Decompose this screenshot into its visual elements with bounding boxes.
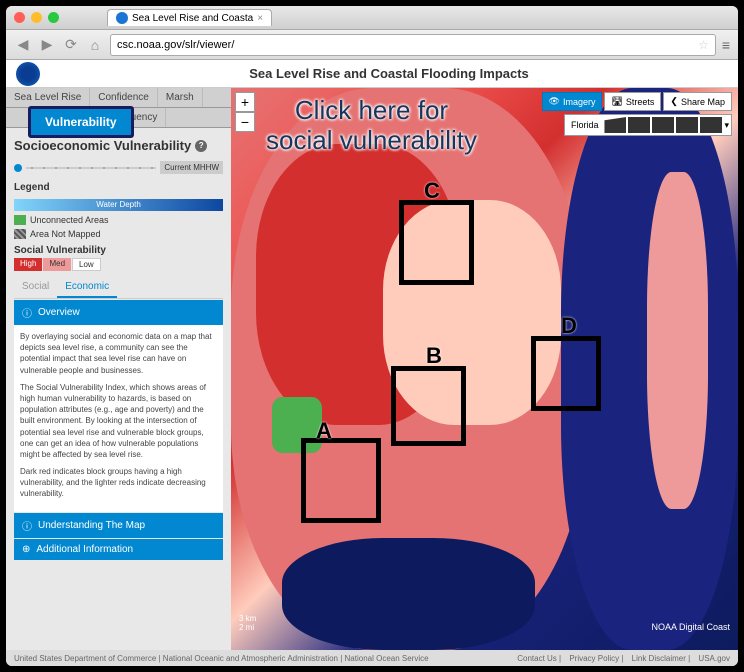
browser-tab[interactable]: Sea Level Rise and Coasta × bbox=[107, 9, 272, 26]
tab-confidence[interactable]: Confidence bbox=[90, 88, 158, 107]
slider-track[interactable] bbox=[26, 167, 156, 169]
accordion-understanding[interactable]: ⓘUnderstanding The Map bbox=[14, 513, 223, 538]
window-titlebar: Sea Level Rise and Coasta × bbox=[6, 6, 738, 30]
accordion-overview[interactable]: ⓘOverview bbox=[14, 300, 223, 325]
footer-privacy[interactable]: Privacy Policy bbox=[569, 654, 619, 663]
footer-contact[interactable]: Contact Us bbox=[517, 654, 557, 663]
zoom-in-button[interactable]: + bbox=[235, 92, 255, 112]
streets-button[interactable]: 🛣Streets bbox=[604, 92, 661, 111]
tab-marsh[interactable]: Marsh bbox=[158, 88, 203, 107]
footer-links: Contact Us | Privacy Policy | Link Discl… bbox=[511, 654, 730, 663]
zoom-out-button[interactable]: − bbox=[235, 112, 255, 132]
info-icon: ⓘ bbox=[22, 305, 32, 320]
road-icon: 🛣 bbox=[611, 96, 622, 107]
share-icon: ❮ bbox=[670, 96, 678, 107]
state-label: Florida bbox=[567, 120, 603, 130]
marker-label-a: A bbox=[316, 418, 332, 444]
browser-window: Sea Level Rise and Coasta × ◀ ▶ ⟳ ⌂ csc.… bbox=[6, 6, 738, 666]
tab-sea-level-rise[interactable]: Sea Level Rise bbox=[6, 88, 90, 107]
state-shape-icon bbox=[604, 117, 626, 133]
legend-heading: Legend bbox=[14, 178, 223, 197]
close-window-icon[interactable] bbox=[14, 12, 25, 23]
marker-label-c: C bbox=[424, 178, 440, 204]
menu-icon[interactable]: ≡ bbox=[722, 37, 730, 53]
sea-level-slider[interactable]: Current MHHW bbox=[14, 157, 223, 178]
home-icon[interactable]: ⌂ bbox=[86, 36, 104, 54]
primary-tabs: Sea Level Rise Confidence Marsh bbox=[6, 88, 231, 108]
basemap-toolbar: 👁Imagery 🛣Streets ❮Share Map bbox=[542, 92, 732, 111]
state-shape-icon bbox=[700, 117, 722, 133]
favicon-icon bbox=[116, 12, 128, 24]
map-scale: 3 km 2 mi bbox=[239, 614, 256, 632]
app-header: Sea Level Rise and Coastal Flooding Impa… bbox=[6, 60, 738, 88]
accordion-additional[interactable]: ⊕Additional Information bbox=[14, 539, 223, 560]
url-text: csc.noaa.gov/slr/viewer/ bbox=[117, 39, 234, 51]
footer-left: United States Department of Commerce | N… bbox=[14, 654, 429, 663]
social-economic-tabs: Social Economic bbox=[14, 277, 223, 299]
legend-unconnected: Unconnected Areas bbox=[14, 213, 223, 227]
bookmark-star-icon[interactable]: ☆ bbox=[698, 38, 709, 52]
map-image bbox=[231, 88, 738, 650]
state-selector[interactable]: Florida ▾ bbox=[564, 114, 732, 136]
eye-icon: 👁 bbox=[549, 96, 560, 107]
dropdown-icon[interactable]: ▾ bbox=[724, 120, 729, 131]
back-icon[interactable]: ◀ bbox=[14, 36, 32, 54]
annotation-callout: Click here for social vulnerability bbox=[266, 96, 477, 156]
water-depth-legend: Water Depth bbox=[14, 199, 223, 211]
state-shape-icon bbox=[628, 117, 650, 133]
slider-handle-icon[interactable] bbox=[14, 164, 22, 172]
tab-title: Sea Level Rise and Coasta bbox=[132, 13, 253, 24]
legend-not-mapped: Area Not Mapped bbox=[14, 227, 223, 241]
url-toolbar: ◀ ▶ ⟳ ⌂ csc.noaa.gov/slr/viewer/ ☆ ≡ bbox=[6, 30, 738, 60]
share-map-button[interactable]: ❮Share Map bbox=[663, 92, 732, 111]
social-vulnerability-scale: High Med Low bbox=[14, 258, 223, 271]
marker-box-c bbox=[399, 200, 474, 285]
minimize-window-icon[interactable] bbox=[31, 12, 42, 23]
footer-disclaimer[interactable]: Link Disclaimer bbox=[632, 654, 686, 663]
map-viewport[interactable]: + − 👁Imagery 🛣Streets ❮Share Map Florida… bbox=[231, 88, 738, 650]
marker-label-d: D bbox=[561, 313, 577, 339]
main-content: Sea Level Rise Confidence Marsh Vulnerab… bbox=[6, 88, 738, 650]
imagery-button[interactable]: 👁Imagery bbox=[542, 92, 603, 111]
slider-value: Current MHHW bbox=[160, 161, 223, 174]
marker-box-b bbox=[391, 366, 466, 446]
map-attribution: NOAA Digital Coast bbox=[651, 622, 730, 632]
reload-icon[interactable]: ⟳ bbox=[62, 36, 80, 54]
info-icon: ⓘ bbox=[22, 518, 32, 533]
subtab-economic[interactable]: Economic bbox=[57, 277, 117, 298]
page-title: Sea Level Rise and Coastal Flooding Impa… bbox=[50, 66, 728, 81]
marker-label-b: B bbox=[426, 343, 442, 369]
subtab-social[interactable]: Social bbox=[14, 277, 57, 298]
sidebar: Sea Level Rise Confidence Marsh Vulnerab… bbox=[6, 88, 231, 650]
overview-content: By overlaying social and economic data o… bbox=[14, 325, 223, 512]
footer-usagov[interactable]: USA.gov bbox=[698, 654, 730, 663]
marker-box-d bbox=[531, 336, 601, 411]
traffic-lights bbox=[14, 12, 59, 23]
close-tab-icon[interactable]: × bbox=[257, 13, 263, 24]
plus-icon: ⊕ bbox=[22, 544, 30, 555]
sidebar-body: Socioeconomic Vulnerability ? Current MH… bbox=[6, 128, 231, 566]
page-footer: United States Department of Commerce | N… bbox=[6, 650, 738, 666]
state-shape-icon bbox=[652, 117, 674, 133]
zoom-control: + − bbox=[235, 92, 255, 132]
noaa-logo-icon bbox=[16, 62, 40, 86]
state-shape-icon bbox=[676, 117, 698, 133]
social-vulnerability-heading: Social Vulnerability bbox=[14, 241, 223, 258]
vulnerability-highlight-button[interactable]: Vulnerability bbox=[28, 106, 134, 138]
marker-box-a bbox=[301, 438, 381, 523]
url-input[interactable]: csc.noaa.gov/slr/viewer/ ☆ bbox=[110, 34, 716, 56]
help-icon[interactable]: ? bbox=[195, 140, 207, 152]
maximize-window-icon[interactable] bbox=[48, 12, 59, 23]
forward-icon[interactable]: ▶ bbox=[38, 36, 56, 54]
